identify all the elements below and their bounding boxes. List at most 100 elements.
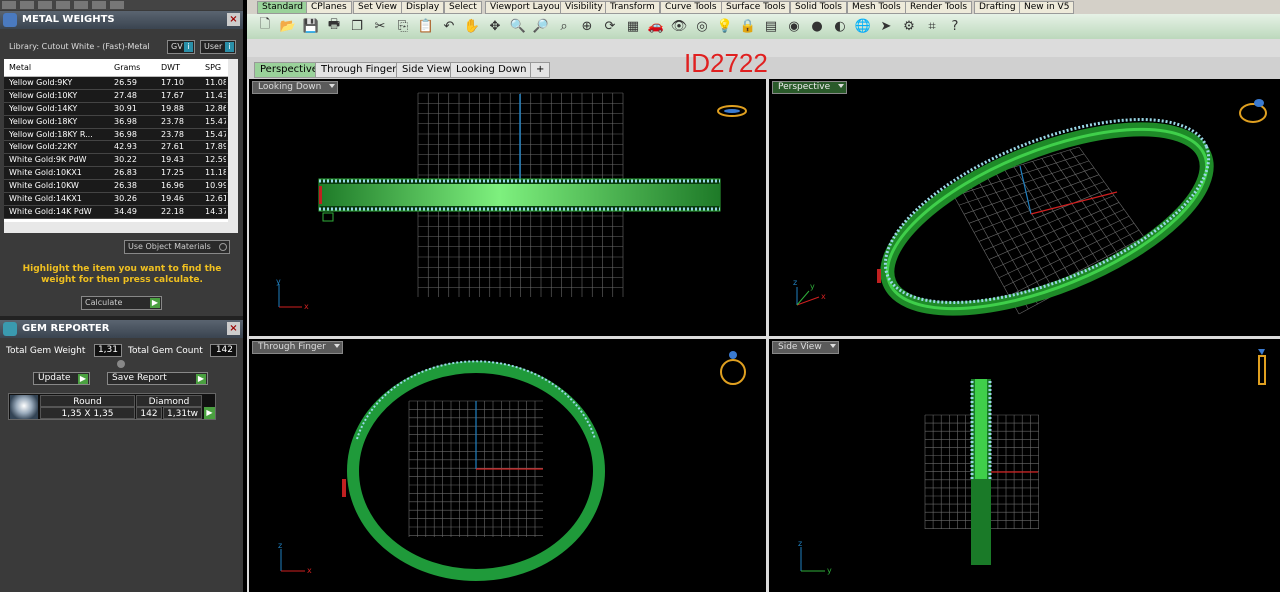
toolbar-tab-set-view[interactable]: Set View xyxy=(353,1,402,14)
user-select[interactable]: User i xyxy=(200,40,236,54)
horizontal-scrollbar[interactable] xyxy=(4,222,238,233)
toolbar-tab-new-in-v5[interactable]: New in V5 xyxy=(1019,1,1075,14)
paste-icon[interactable]: 📋 xyxy=(418,18,434,34)
save-icon[interactable]: 💾 xyxy=(303,18,319,34)
car-icon[interactable]: 🚗 xyxy=(648,18,664,34)
zoom-selected-icon[interactable]: ⊕ xyxy=(579,18,595,34)
table-cell: Yellow Gold:18KY R... xyxy=(9,129,93,139)
viewport-label-looking-down[interactable]: Looking Down xyxy=(252,81,339,94)
strip-icon[interactable] xyxy=(2,1,16,9)
toolbar-tab-drafting[interactable]: Drafting xyxy=(974,1,1021,14)
viewport-tab-through-finger[interactable]: Through Finger xyxy=(315,62,403,78)
toolbar-tab-cplanes[interactable]: CPlanes xyxy=(306,1,352,14)
settings-icon[interactable]: ⚙ xyxy=(901,18,917,34)
viewport-looking-down[interactable]: y x Looking Down xyxy=(249,79,766,336)
gem-row[interactable]: Round Diamond 1,35 X 1,35 142 1,31tw ▶ xyxy=(8,393,216,420)
move-icon[interactable]: ✥ xyxy=(487,18,503,34)
camera-icon[interactable]: ◎ xyxy=(694,18,710,34)
viewport-side-view[interactable]: z y Side View xyxy=(769,339,1280,592)
rotate-icon[interactable]: ⟳ xyxy=(602,18,618,34)
toolbar-tab-render-tools[interactable]: Render Tools xyxy=(905,1,973,14)
viewport-tab-side-view[interactable]: Side View xyxy=(396,62,457,78)
col-spg[interactable]: SPG xyxy=(200,59,226,77)
top-icon-strip xyxy=(0,0,243,10)
table-row[interactable]: Yellow Gold:10KY 27.48 17.67 11.43 xyxy=(4,89,238,103)
table-cell: 26.59 xyxy=(114,78,137,87)
close-icon[interactable]: × xyxy=(227,13,240,26)
table-row[interactable]: White Gold:14KX1 30.26 19.46 12.61 xyxy=(4,193,238,206)
table-cell: 12.59 xyxy=(205,155,226,165)
col-metal[interactable]: Metal xyxy=(4,59,109,77)
gem-collapse-icon[interactable] xyxy=(117,360,125,368)
table-row[interactable]: White Gold:10KX1 26.83 17.25 11.18 xyxy=(4,167,238,181)
viewport-label-through-finger[interactable]: Through Finger xyxy=(252,341,343,354)
table-row[interactable]: White Gold:10KW 26.38 16.96 10.99 xyxy=(4,180,238,194)
gv-select[interactable]: GV i xyxy=(167,40,195,54)
table-row[interactable]: White Gold:9K PdW 30.22 19.43 12.59 xyxy=(4,154,238,168)
table-cell: White Gold:10KW xyxy=(9,181,79,191)
cut-icon[interactable]: ✂ xyxy=(372,18,388,34)
toolbar-tab-surface-tools[interactable]: Surface Tools xyxy=(721,1,791,14)
eye-icon[interactable]: 👁 xyxy=(671,18,688,34)
strip-icon[interactable] xyxy=(56,1,70,9)
new-icon[interactable]: 🗋 xyxy=(257,17,273,34)
use-object-materials-toggle[interactable]: Use Object Materials xyxy=(124,240,230,254)
print-icon[interactable]: 🖶 xyxy=(326,17,342,34)
pointer-icon[interactable]: ➤ xyxy=(878,18,894,34)
viewport-through-finger[interactable]: z x Through Finger xyxy=(249,339,766,592)
toolbar-tab-mesh-tools[interactable]: Mesh Tools xyxy=(847,1,906,14)
undo-icon[interactable]: ↶ xyxy=(441,18,457,34)
snap-icon[interactable]: ⌗ xyxy=(924,18,940,34)
table-row[interactable]: Yellow Gold:9KY 26.59 17.10 11.08 xyxy=(4,77,238,90)
toolbar-tab-standard[interactable]: Standard xyxy=(257,1,308,14)
toolbar-tab-visibility[interactable]: Visibility xyxy=(560,1,608,14)
strip-icon[interactable] xyxy=(110,1,124,9)
material-icon[interactable]: ● xyxy=(809,18,825,34)
strip-icon[interactable] xyxy=(20,1,34,9)
table-row[interactable]: Yellow Gold:22KY 42.93 27.61 17.89 xyxy=(4,141,238,155)
layer-icon[interactable]: ▤ xyxy=(763,18,779,34)
grid-icon[interactable]: ▦ xyxy=(625,18,641,34)
viewport-label-perspective[interactable]: Perspective xyxy=(772,81,848,94)
globe-icon[interactable]: 🌐 xyxy=(855,18,871,34)
viewport-tab-perspective[interactable]: Perspective xyxy=(254,62,324,78)
table-row[interactable]: Yellow Gold:18KY R... 36.98 23.78 15.47 xyxy=(4,128,238,142)
viewport-label-side-view[interactable]: Side View xyxy=(772,341,839,354)
zoom-window-icon[interactable]: 🔎 xyxy=(533,18,549,34)
update-button[interactable]: Update ▶ xyxy=(33,372,90,385)
toolbar-tab-curve-tools[interactable]: Curve Tools xyxy=(660,1,722,14)
copy-icon[interactable]: ⎘ xyxy=(395,18,411,34)
zoom-icon[interactable]: 🔍 xyxy=(510,18,526,34)
toolbar-tab-solid-tools[interactable]: Solid Tools xyxy=(790,1,847,14)
strip-icon[interactable] xyxy=(38,1,52,9)
table-row[interactable]: White Gold:14K PdW 34.49 22.18 14.37 xyxy=(4,205,238,219)
toolbar-tab-select[interactable]: Select xyxy=(444,1,482,14)
pan-icon[interactable]: ✋ xyxy=(464,18,480,34)
viewport-perspective[interactable]: z x y Perspective xyxy=(769,79,1280,336)
viewport-tab-looking-down[interactable]: Looking Down xyxy=(450,62,533,78)
color-icon[interactable]: ◉ xyxy=(786,18,802,34)
toolbar-tab-viewport-layout[interactable]: Viewport Layout xyxy=(485,1,569,14)
zoom-extents-icon[interactable]: ⌕ xyxy=(556,18,572,34)
strip-icon[interactable] xyxy=(92,1,106,9)
calculate-button[interactable]: Calculate ▶ xyxy=(81,296,162,310)
table-row[interactable]: Yellow Gold:14KY 30.91 19.88 12.86 xyxy=(4,102,238,116)
copy-icon[interactable]: ❐ xyxy=(349,18,365,34)
col-dwt[interactable]: DWT xyxy=(156,59,200,77)
light-icon[interactable]: 💡 xyxy=(717,18,733,34)
vertical-scrollbar[interactable] xyxy=(228,59,238,233)
render-icon[interactable]: ◐ xyxy=(832,18,848,34)
close-icon[interactable]: × xyxy=(227,322,240,335)
add-viewport-tab[interactable]: + xyxy=(530,62,551,78)
open-icon[interactable]: 📂 xyxy=(280,18,296,34)
strip-icon[interactable] xyxy=(74,1,88,9)
play-icon[interactable]: ▶ xyxy=(204,407,215,419)
lock-icon[interactable]: 🔒 xyxy=(740,18,756,34)
dropdown-arrow-icon xyxy=(329,84,336,88)
toolbar-tab-display[interactable]: Display xyxy=(401,1,445,14)
toolbar-tab-transform[interactable]: Transform xyxy=(605,1,660,14)
save-report-button[interactable]: Save Report ▶ xyxy=(107,372,208,385)
help-icon[interactable]: ? xyxy=(947,18,963,34)
col-grams[interactable]: Grams xyxy=(109,59,156,77)
table-row[interactable]: Yellow Gold:18KY 36.98 23.78 15.47 xyxy=(4,115,238,129)
